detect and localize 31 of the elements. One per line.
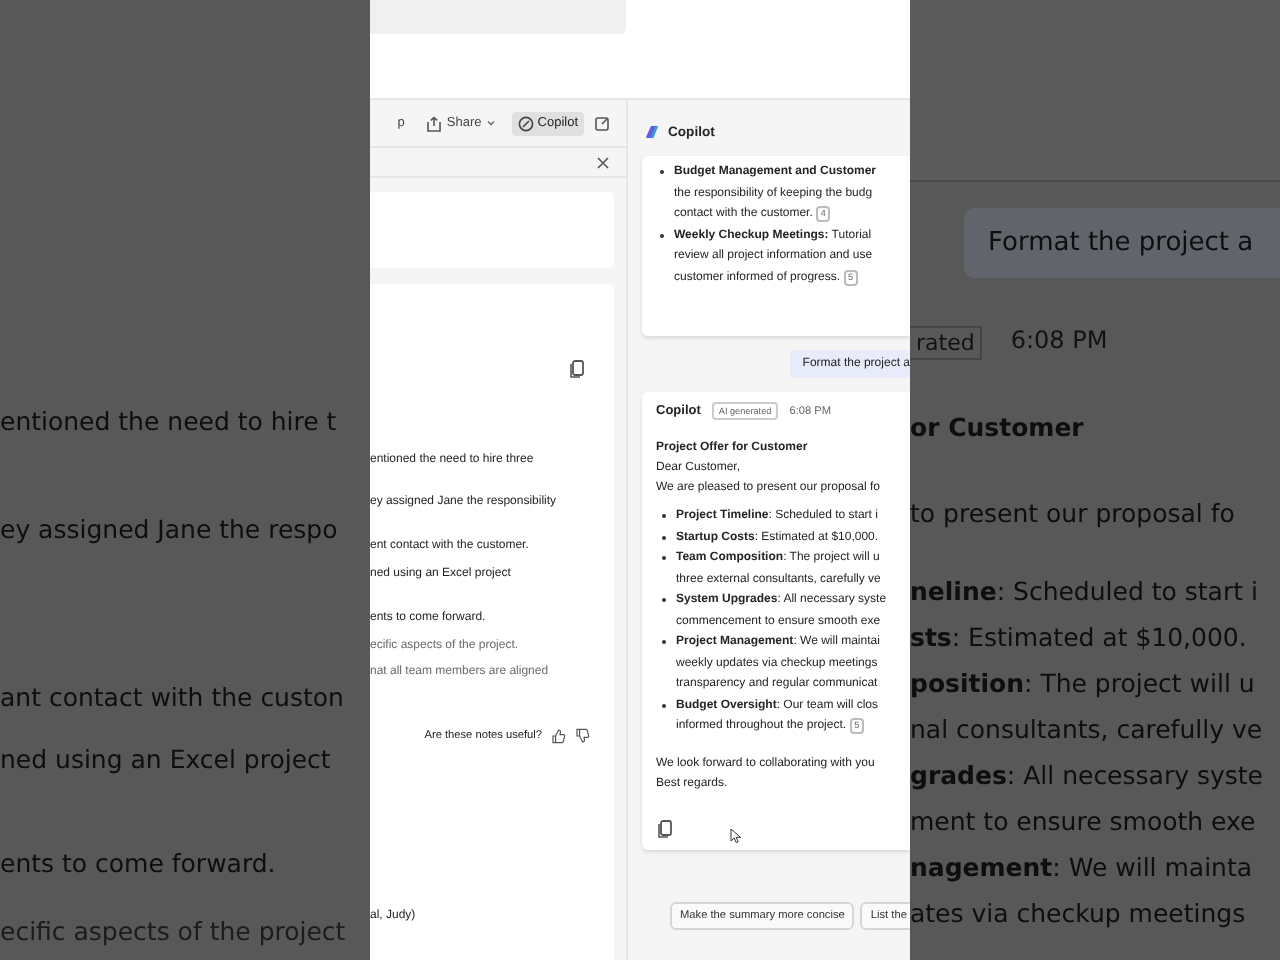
blurred-text: nagement: We will mainta — [910, 850, 1255, 886]
badge: rated — [910, 326, 983, 360]
thumbs-up-icon — [550, 727, 566, 743]
close-icon — [596, 155, 610, 169]
thumbs-down-icon — [574, 727, 590, 743]
cursor-icon — [730, 827, 742, 843]
blurred-text: to present our proposal fo — [910, 498, 1237, 528]
copilot-logo-icon — [644, 124, 660, 140]
popout-icon — [594, 115, 610, 131]
blurred-text: ates via checkup meetings — [910, 896, 1248, 932]
blurred-text: ey assigned Jane the respo — [0, 514, 340, 546]
share-icon — [426, 115, 443, 131]
blurred-text: ecific aspects of the project — [0, 916, 348, 948]
blurred-text: ant contact with the custon — [0, 682, 346, 714]
blurred-text: nal consultants, carefully ve — [910, 712, 1265, 748]
chevron-icon — [485, 118, 496, 128]
blurred-text: grades: All necessary syste — [910, 758, 1265, 794]
blurred-text: ned using an Excel project — [0, 744, 333, 776]
copilot-icon — [517, 115, 534, 131]
timestamp: 6:08 PM — [1010, 326, 1108, 358]
copy-icon — [656, 817, 674, 837]
blurred-text: entioned the need to hire t — [0, 406, 339, 438]
blurred-text: sts: Estimated at $10,000. — [910, 620, 1249, 656]
blurred-text: neline: Scheduled to start i — [910, 574, 1260, 610]
heading: or Customer — [910, 412, 1086, 442]
search-field[interactable] — [370, 0, 626, 34]
blurred-text: position: The project will u — [910, 666, 1257, 702]
blurred-text: ment to ensure smooth exe — [910, 804, 1258, 840]
blurred-text: ents to come forward. — [0, 848, 278, 880]
message-bubble: Format the project a — [964, 208, 1280, 278]
copy-icon — [568, 358, 586, 378]
